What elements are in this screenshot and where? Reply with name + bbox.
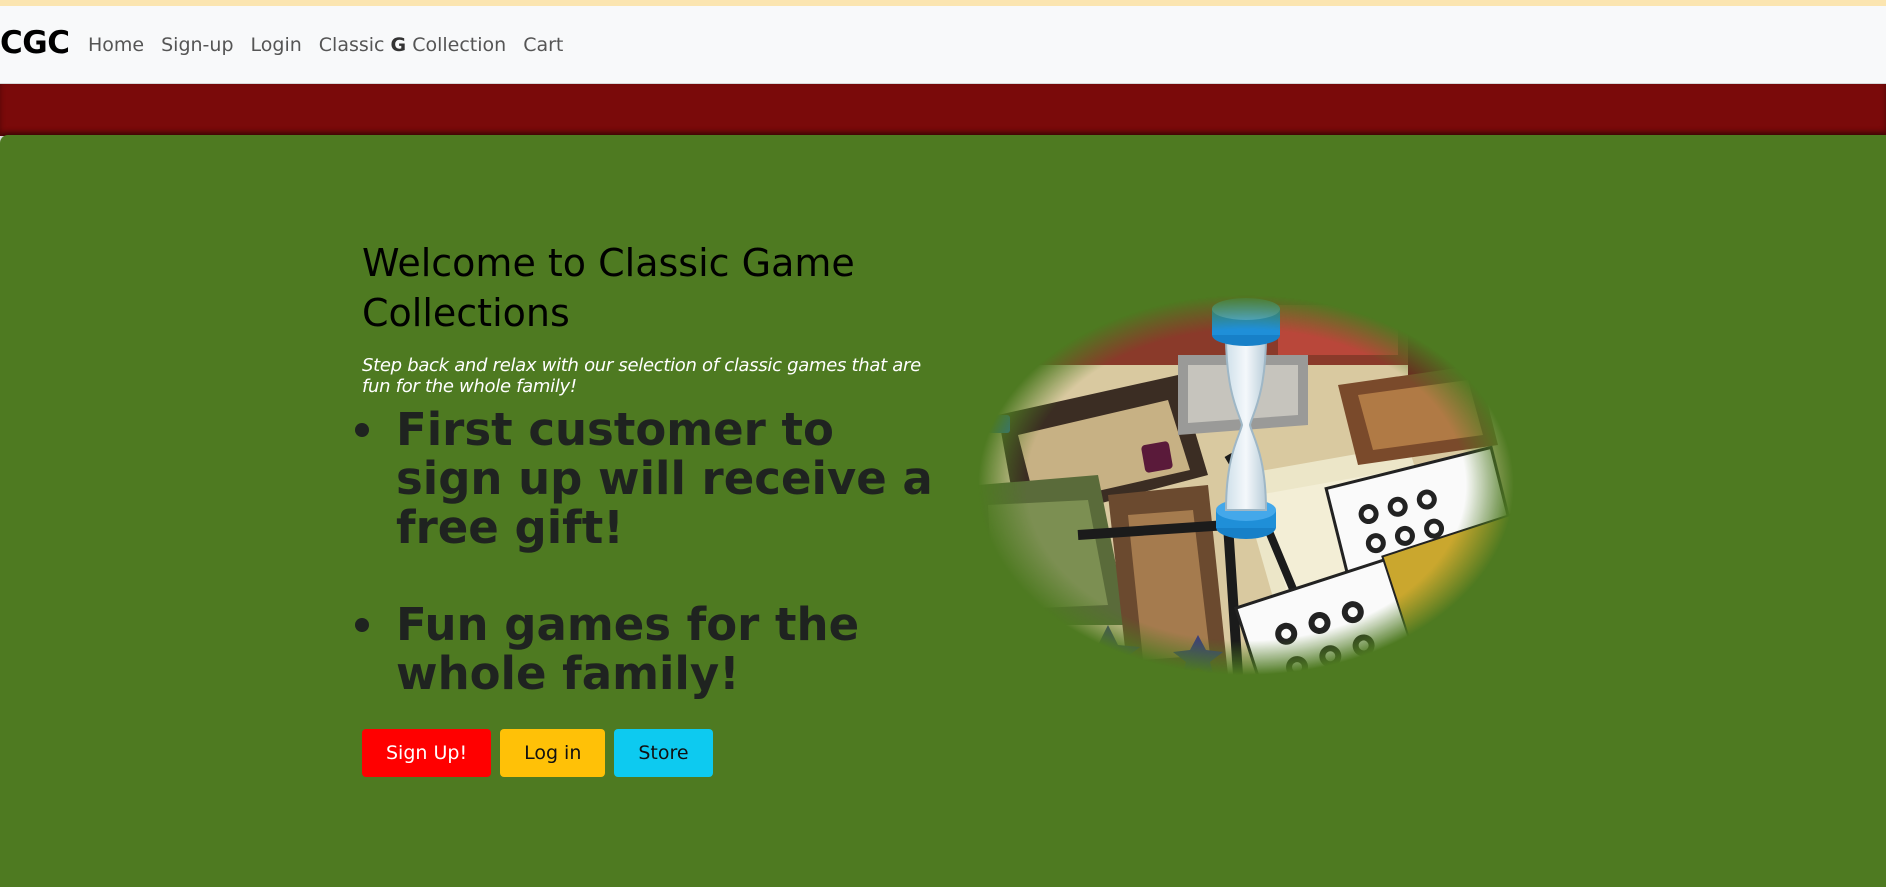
bullet-icon: [355, 618, 369, 632]
store-button[interactable]: Store: [614, 729, 713, 777]
nav-link-collection-bold: G: [390, 34, 407, 56]
hero-subtitle: Step back and relax with our selection o…: [362, 355, 921, 397]
nav-link-cart[interactable]: Cart: [523, 33, 563, 57]
feature-item: First customer to sign up will receive a…: [355, 405, 955, 552]
hero-title: Welcome to Classic Game Collections: [362, 241, 855, 335]
nav-link-signup[interactable]: Sign-up: [161, 33, 233, 57]
nav-link-collection-pre: Classic: [318, 34, 391, 56]
nav-link-collection-post: Collection: [406, 34, 507, 56]
red-banner: [0, 84, 1886, 136]
nav-links: Home Sign-up Login Classic G Collection …: [88, 33, 563, 57]
navbar: CGC Home Sign-up Login Classic G Collect…: [0, 6, 1886, 84]
hero-buttons: Sign Up! Log in Store: [362, 729, 713, 777]
nav-link-collection[interactable]: Classic G Collection: [319, 33, 506, 57]
feature-text: First customer to sign up will receive a…: [396, 403, 933, 554]
nav-link-home[interactable]: Home: [88, 33, 144, 57]
bullet-icon: [355, 423, 369, 437]
brand-logo[interactable]: CGC: [0, 25, 70, 61]
nav-link-login[interactable]: Login: [251, 33, 302, 57]
board-game-photo: [978, 295, 1514, 675]
feature-text: Fun games for the whole family!: [396, 598, 860, 700]
login-button[interactable]: Log in: [500, 729, 606, 777]
feature-item: Fun games for the whole family!: [355, 600, 955, 698]
feature-list: First customer to sign up will receive a…: [355, 405, 955, 698]
signup-button[interactable]: Sign Up!: [362, 729, 492, 777]
